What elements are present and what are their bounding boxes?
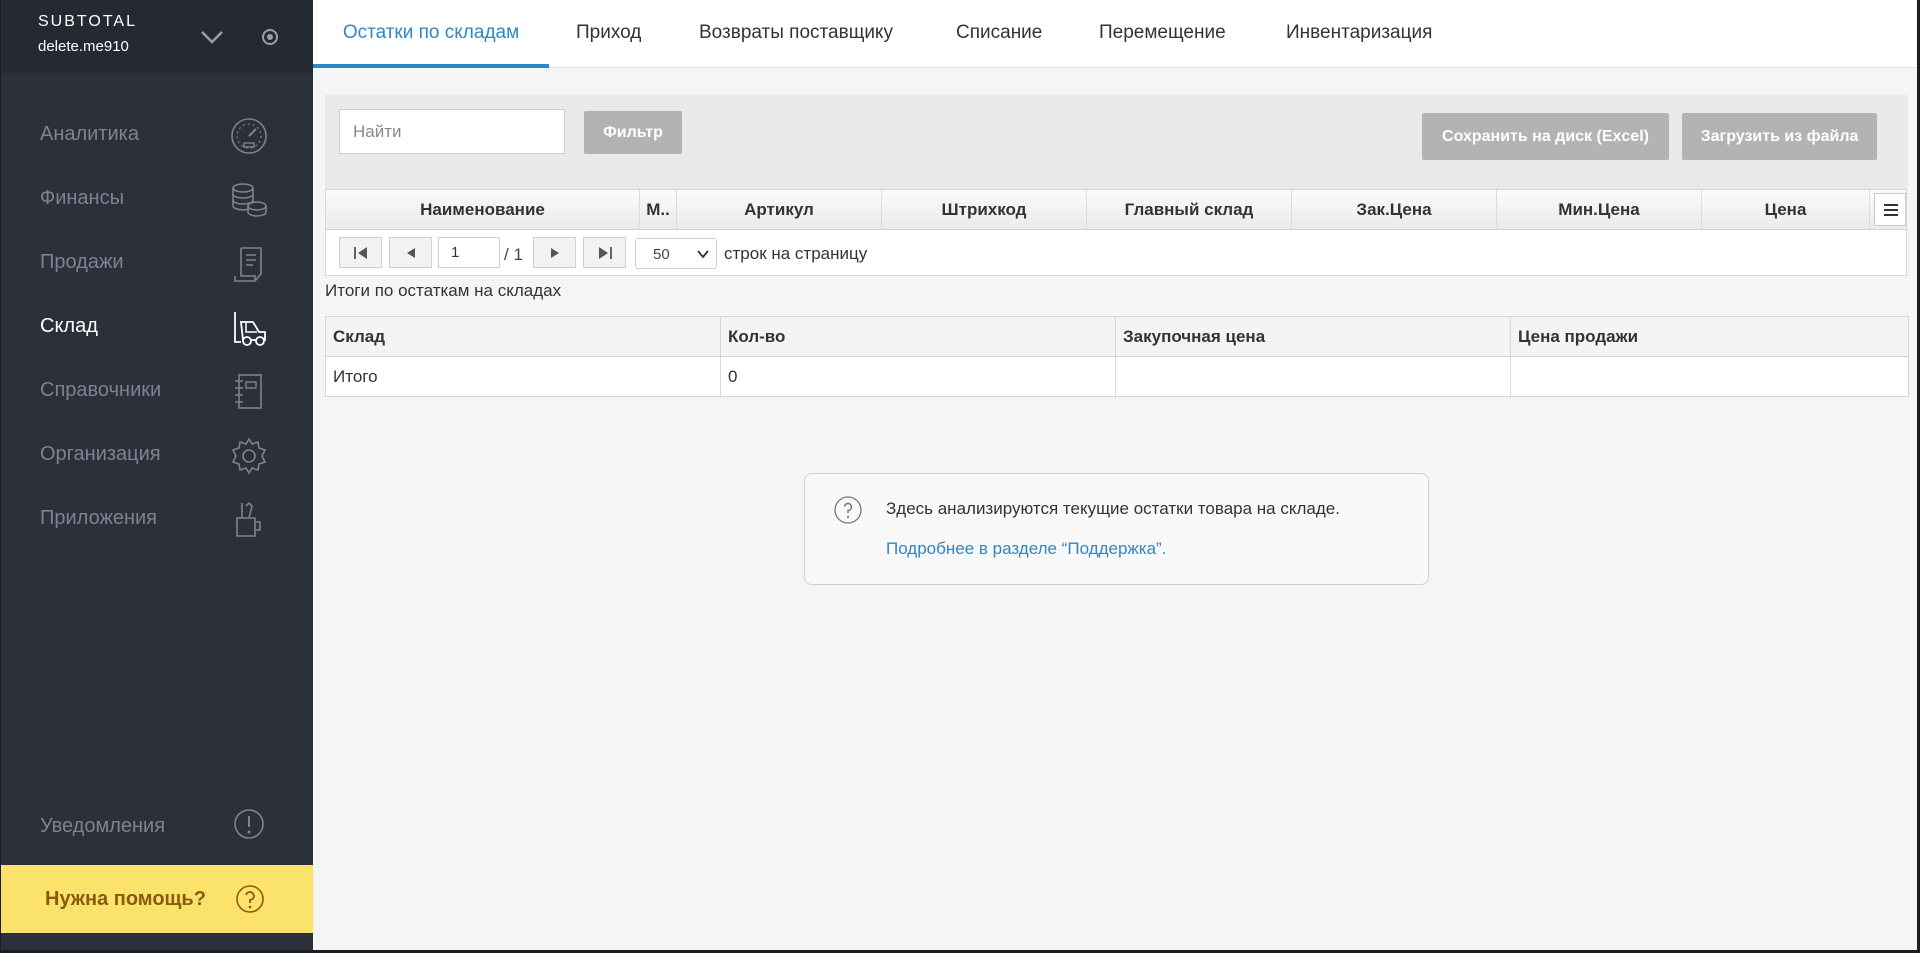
table-cell bbox=[1115, 356, 1511, 397]
info-box: Здесь анализируются текущие остатки това… bbox=[804, 473, 1429, 585]
tools-cup-icon bbox=[229, 500, 269, 540]
column-header-warehouse[interactable]: Склад bbox=[325, 316, 721, 357]
question-icon bbox=[834, 496, 862, 524]
brand-name: SUBTOTAL bbox=[38, 13, 137, 30]
coins-icon bbox=[229, 180, 269, 220]
first-page-button[interactable] bbox=[339, 237, 382, 268]
tab-receipt[interactable]: Приход bbox=[576, 0, 641, 68]
forklift-icon bbox=[229, 308, 269, 348]
prev-page-button[interactable] bbox=[389, 237, 432, 268]
sidebar-item-label: Приложения bbox=[40, 507, 158, 529]
tab-supplier-returns[interactable]: Возвраты поставщику bbox=[699, 0, 893, 68]
column-header-purchase-price[interactable]: Зак.Цена bbox=[1292, 190, 1497, 229]
page-size-value: 50 bbox=[653, 246, 670, 263]
tab-inventory[interactable]: Инвентаризация bbox=[1286, 0, 1432, 68]
notifications-label: Уведомления bbox=[40, 815, 166, 837]
column-header-price[interactable]: Цена bbox=[1702, 190, 1870, 229]
next-page-button[interactable] bbox=[533, 237, 576, 268]
sidebar-item-warehouse[interactable]: Склад bbox=[1, 295, 313, 359]
help-button[interactable]: Нужна помощь? bbox=[1, 865, 313, 933]
help-label: Нужна помощь? bbox=[45, 888, 206, 910]
table-cell bbox=[1510, 356, 1909, 397]
column-header-min-price[interactable]: Мин.Цена bbox=[1497, 190, 1702, 229]
settings-dot-icon[interactable] bbox=[261, 28, 279, 46]
rows-per-page-label: строк на страницу bbox=[724, 244, 868, 263]
brand-header: SUBTOTAL delete.me910 bbox=[1, 0, 313, 73]
column-header-main-warehouse[interactable]: Главный склад bbox=[1087, 190, 1292, 229]
tab-write-off[interactable]: Списание bbox=[956, 0, 1042, 68]
table-cell: Итого bbox=[325, 356, 721, 397]
summary-header-row: Склад Кол-во Закупочная цена Цена продаж… bbox=[325, 316, 1909, 357]
summary-table: Склад Кол-во Закупочная цена Цена продаж… bbox=[325, 316, 1909, 397]
sidebar-item-label: Склад bbox=[40, 315, 98, 337]
sidebar-item-apps[interactable]: Приложения bbox=[1, 487, 313, 551]
sidebar-item-sales[interactable]: Продажи bbox=[1, 231, 313, 295]
grid-header: Наименование М.. Артикул Штрихкод Главны… bbox=[325, 189, 1907, 230]
column-header-name[interactable]: Наименование bbox=[326, 190, 640, 229]
chevron-down-icon bbox=[697, 250, 709, 259]
pager: / 1 50 строк на страницу bbox=[325, 230, 1907, 276]
sidebar-item-label: Справочники bbox=[40, 379, 162, 401]
table-row: Итого 0 bbox=[325, 356, 1909, 397]
save-excel-button[interactable]: Сохранить на диск (Excel) bbox=[1422, 113, 1669, 160]
sidebar-item-label: Финансы bbox=[40, 187, 124, 209]
column-header-sale-price[interactable]: Цена продажи bbox=[1510, 316, 1909, 357]
column-header-purchase-price[interactable]: Закупочная цена bbox=[1115, 316, 1511, 357]
page-size-select[interactable]: 50 bbox=[635, 238, 717, 269]
column-header-quantity[interactable]: Кол-во bbox=[720, 316, 1116, 357]
filter-button[interactable]: Фильтр bbox=[584, 111, 682, 154]
notebook-icon bbox=[229, 372, 269, 412]
sidebar-item-organization[interactable]: Организация bbox=[1, 423, 313, 487]
column-header-article[interactable]: Артикул bbox=[677, 190, 882, 229]
load-file-button[interactable]: Загрузить из файла bbox=[1682, 113, 1877, 160]
tab-transfer[interactable]: Перемещение bbox=[1099, 0, 1226, 68]
column-header-barcode[interactable]: Штрихкод bbox=[882, 190, 1087, 229]
toolbar: Фильтр Сохранить на диск (Excel) Загрузи… bbox=[325, 95, 1908, 189]
page-number-input[interactable] bbox=[438, 237, 500, 268]
speedometer-icon bbox=[229, 116, 269, 156]
summary-title: Итоги по остаткам на складах bbox=[325, 281, 562, 300]
menu-icon[interactable] bbox=[1874, 193, 1906, 226]
sidebar-item-label: Аналитика bbox=[40, 123, 139, 145]
sidebar-item-analytics[interactable]: Аналитика bbox=[1, 103, 313, 167]
account-name: delete.me910 bbox=[38, 38, 129, 55]
sidebar: SUBTOTAL delete.me910 Аналитика Финансы … bbox=[0, 0, 313, 953]
chevron-down-icon[interactable] bbox=[199, 24, 225, 50]
support-link[interactable]: Подробнее в разделе “Поддержка”. bbox=[886, 539, 1166, 559]
sidebar-item-notifications[interactable]: Уведомления bbox=[1, 795, 313, 855]
question-icon bbox=[235, 884, 265, 914]
search-input[interactable] bbox=[339, 109, 565, 154]
tab-bar: Остатки по складам Приход Возвраты поста… bbox=[313, 0, 1920, 68]
table-cell: 0 bbox=[720, 356, 1116, 397]
sidebar-item-label: Организация bbox=[40, 443, 161, 465]
last-page-button[interactable] bbox=[583, 237, 626, 268]
page-total: / 1 bbox=[504, 245, 523, 264]
tab-stock-by-warehouse[interactable]: Остатки по складам bbox=[313, 0, 549, 68]
receipt-icon bbox=[229, 244, 269, 284]
gear-icon bbox=[229, 436, 269, 476]
alert-icon bbox=[229, 804, 269, 844]
sidebar-item-label: Продажи bbox=[40, 251, 124, 273]
sidebar-item-finance[interactable]: Финансы bbox=[1, 167, 313, 231]
sidebar-item-directories[interactable]: Справочники bbox=[1, 359, 313, 423]
column-header-m[interactable]: М.. bbox=[640, 190, 677, 229]
info-text: Здесь анализируются текущие остатки това… bbox=[886, 499, 1340, 518]
